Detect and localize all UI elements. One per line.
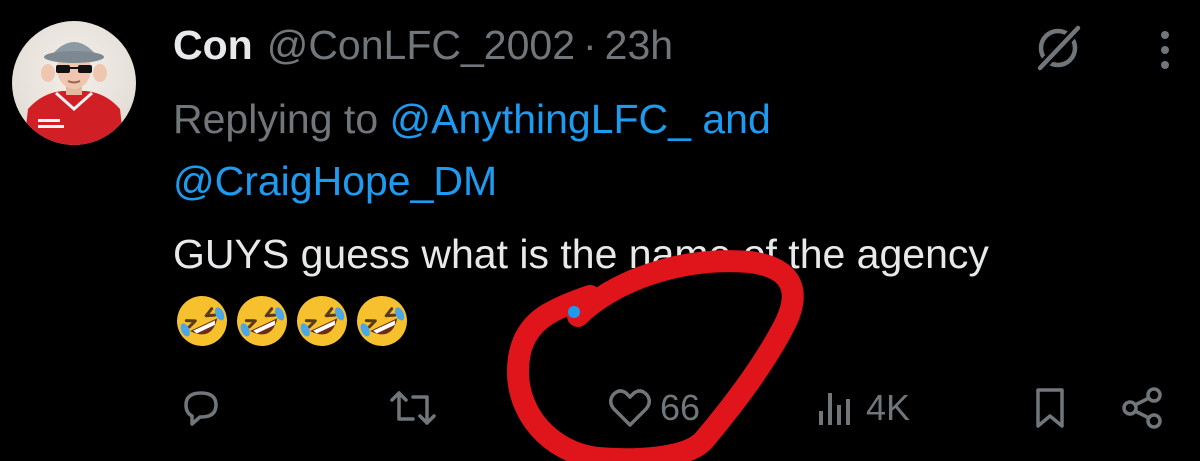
replying-to-label: Replying to — [173, 96, 379, 142]
views-count: 4K — [866, 387, 911, 428]
rofl-emoji-icon — [177, 296, 227, 346]
separator-dot: · — [583, 22, 597, 68]
views-icon — [819, 393, 850, 425]
rofl-emoji-icon — [357, 296, 407, 346]
action-bar: 66 4K — [0, 380, 1200, 440]
grok-icon[interactable] — [1032, 22, 1084, 74]
retweet-icon — [390, 391, 436, 425]
timestamp[interactable]: 23h — [605, 22, 673, 69]
rofl-emoji-icon — [297, 296, 347, 346]
display-name[interactable]: Con — [173, 22, 253, 69]
like-icon — [609, 389, 651, 427]
bookmark-button[interactable] — [1030, 380, 1070, 436]
tweet[interactable]: Con @ConLFC_2002 · 23h Replying to @Anyt… — [0, 0, 1200, 461]
reply-icon — [184, 391, 218, 426]
mention-craighope[interactable]: @CraigHope_DM — [173, 158, 497, 204]
replying-to: Replying to @AnythingLFC_ and @CraigHope… — [173, 88, 1073, 212]
views-button[interactable]: 4K — [816, 380, 910, 436]
more-icon[interactable] — [1150, 26, 1180, 74]
tweet-header: Con @ConLFC_2002 · 23h — [173, 22, 673, 74]
user-handle[interactable]: @ConLFC_2002 — [267, 22, 575, 69]
rofl-emoji-icon — [237, 296, 287, 346]
avatar[interactable] — [12, 21, 136, 145]
share-button[interactable] — [1118, 380, 1166, 436]
retweet-button[interactable] — [387, 380, 445, 436]
mention-anythinglfc[interactable]: @AnythingLFC_ — [390, 96, 691, 142]
reply-button[interactable] — [178, 380, 230, 436]
replying-to-and: and — [702, 96, 771, 142]
bookmark-icon — [1036, 388, 1064, 428]
share-icon — [1122, 387, 1162, 429]
like-count: 66 — [660, 387, 701, 428]
emoji-row — [173, 292, 411, 350]
like-button[interactable]: 66 — [606, 380, 700, 436]
tweet-text: GUYS guess what is the name of the agenc… — [173, 231, 989, 277]
